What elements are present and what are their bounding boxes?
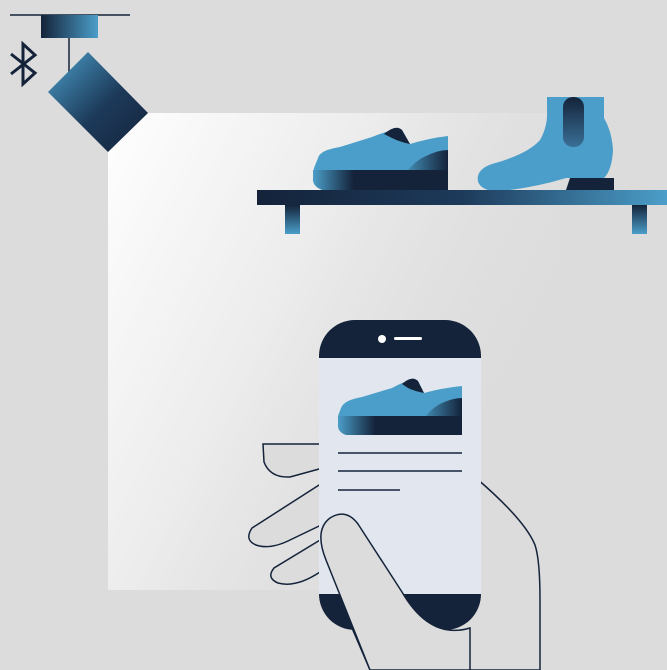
spotlight [10, 14, 148, 152]
shelf-bracket-left [285, 205, 300, 234]
phone-speaker [394, 337, 422, 340]
illustration-svg [10, 14, 667, 670]
illustration [0, 0, 667, 670]
boot-pull-tab [563, 97, 584, 147]
phone-camera [378, 335, 386, 343]
lamp-mount [41, 15, 98, 38]
boot-heel [566, 178, 614, 190]
shelf-bracket-right [632, 205, 647, 234]
bluetooth-icon [10, 40, 38, 88]
shelf-board [257, 190, 667, 205]
